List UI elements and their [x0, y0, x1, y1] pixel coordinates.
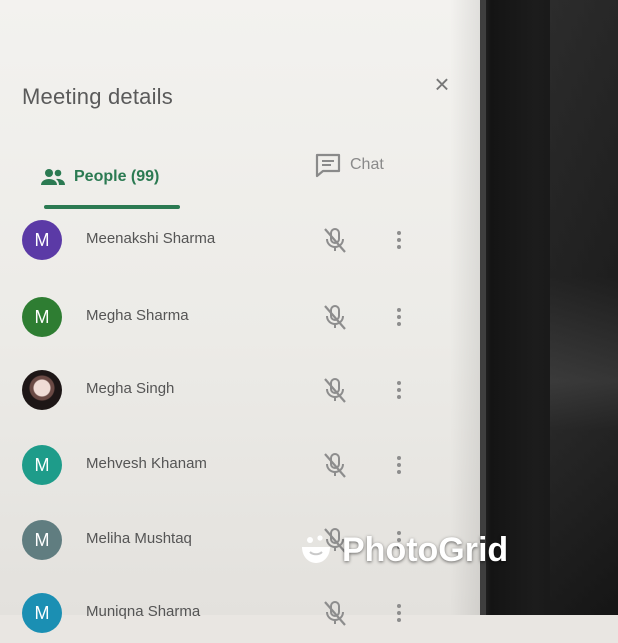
- avatar: M: [22, 520, 62, 560]
- photogrid-watermark: PhotoGrid: [298, 528, 508, 572]
- participant-name: Mehvesh Khanam: [86, 455, 207, 472]
- meeting-details-panel: Meeting details × People (99) Chat M Meen…: [0, 0, 480, 633]
- participant-row[interactable]: M Megha Sharma: [0, 287, 480, 347]
- watermark-text: PhotoGrid: [342, 530, 509, 569]
- chat-icon: [315, 153, 341, 178]
- participant-name: Meenakshi Sharma: [86, 230, 216, 247]
- more-options-icon[interactable]: [392, 598, 406, 628]
- more-options-icon[interactable]: [392, 450, 406, 480]
- participant-name: Megha Sharma: [86, 307, 189, 324]
- participant-name: Muniqna Sharma: [86, 603, 201, 620]
- participant-row[interactable]: Megha Singh: [0, 360, 480, 420]
- participant-name: Meliha Mushtaq: [86, 530, 192, 547]
- avatar: M: [22, 593, 62, 633]
- avatar: M: [22, 220, 62, 260]
- photogrid-logo-icon: [302, 535, 330, 563]
- monitor-bezel: [480, 0, 618, 615]
- mic-off-icon[interactable]: [320, 302, 350, 332]
- tab-chat-label: Chat: [350, 156, 384, 173]
- tab-chat[interactable]: Chat: [314, 150, 384, 180]
- participant-name: Megha Singh: [86, 380, 175, 397]
- more-options-icon[interactable]: [392, 375, 406, 405]
- active-tab-indicator: [44, 205, 180, 209]
- mic-off-icon[interactable]: [320, 375, 350, 405]
- tab-people-label: People (99): [74, 168, 160, 185]
- close-icon[interactable]: ×: [428, 70, 456, 98]
- participant-row[interactable]: M Mehvesh Khanam: [0, 435, 480, 495]
- tab-people[interactable]: People (99): [40, 162, 159, 192]
- mic-off-icon[interactable]: [320, 450, 350, 480]
- avatar: M: [22, 445, 62, 485]
- more-options-icon[interactable]: [392, 225, 406, 255]
- mic-off-icon[interactable]: [320, 225, 350, 255]
- participant-row[interactable]: M Muniqna Sharma: [0, 583, 480, 643]
- avatar: M: [22, 297, 62, 337]
- participant-row[interactable]: M Meenakshi Sharma: [0, 210, 480, 270]
- panel-title: Meeting details: [22, 84, 173, 109]
- people-icon: [41, 169, 65, 185]
- mic-off-icon[interactable]: [320, 598, 350, 628]
- more-options-icon[interactable]: [392, 302, 406, 332]
- avatar: [22, 370, 62, 410]
